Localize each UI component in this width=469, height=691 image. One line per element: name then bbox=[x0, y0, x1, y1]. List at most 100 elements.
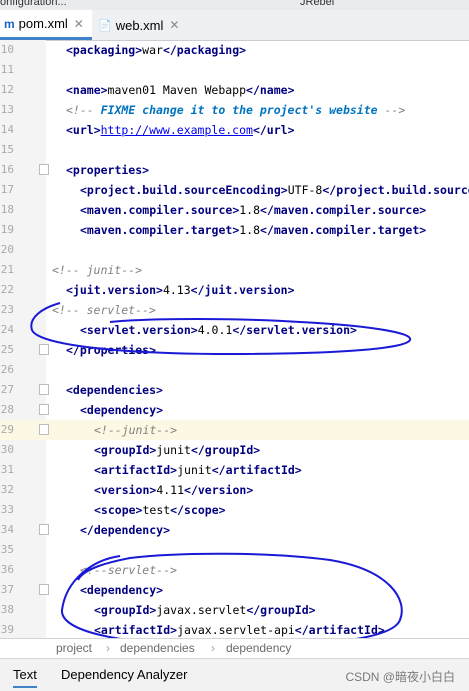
xml-tag: </dependency> bbox=[80, 523, 171, 537]
code-text: <groupId>javax.servlet</groupId> bbox=[94, 600, 316, 620]
code-line[interactable]: 38 <groupId>javax.servlet</groupId> bbox=[0, 600, 469, 620]
line-number: 24 bbox=[0, 323, 14, 336]
code-line[interactable]: 36 <!--servlet--> bbox=[0, 560, 469, 580]
xml-tag: <groupId> bbox=[94, 443, 157, 457]
code-text: <!--servlet--> bbox=[80, 560, 177, 580]
code-line[interactable]: 27 <dependencies> bbox=[0, 380, 469, 400]
code-line[interactable]: 31 <artifactId>junit</artifactId> bbox=[0, 460, 469, 480]
code-line[interactable]: 28 <dependency> bbox=[0, 400, 469, 420]
code-line[interactable]: 30 <groupId>junit</groupId> bbox=[0, 440, 469, 460]
code-line[interactable]: 11 bbox=[0, 60, 469, 80]
xml-tag: <juit.version> bbox=[66, 283, 163, 297]
xml-value: maven01 Maven Webapp bbox=[107, 83, 247, 97]
breadcrumb-item-dependency[interactable]: dependency bbox=[226, 641, 291, 655]
line-number: 23 bbox=[0, 303, 14, 316]
code-line[interactable]: 34 </dependency> bbox=[0, 520, 469, 540]
code-line[interactable]: 29 <!--junit--> bbox=[0, 420, 469, 440]
code-line[interactable]: 24 <servlet.version>4.0.1</servlet.versio… bbox=[0, 320, 469, 340]
line-number: 21 bbox=[0, 263, 14, 276]
code-text: <name>maven01 Maven Webapp</name> bbox=[66, 80, 295, 100]
xml-tag: </url> bbox=[252, 123, 295, 137]
url-link[interactable]: http://www.example.com bbox=[101, 123, 253, 137]
xml-comment: FIXME change it to the project's website bbox=[100, 103, 378, 117]
maven-file-icon: m bbox=[4, 16, 15, 31]
watermark: CSDN @暗夜小白白 bbox=[345, 670, 455, 684]
breadcrumb-item-dependencies[interactable]: dependencies bbox=[120, 641, 195, 655]
xml-tag: <project.build.sourceEncoding> bbox=[80, 183, 288, 197]
code-line[interactable]: 14 <url>http://www.example.com</url> bbox=[0, 120, 469, 140]
line-number: 22 bbox=[0, 283, 14, 296]
xml-tag: </packaging> bbox=[162, 43, 247, 57]
fold-marker-icon[interactable] bbox=[39, 524, 49, 535]
code-line[interactable]: 15 bbox=[0, 140, 469, 160]
code-text: <dependency> bbox=[80, 580, 163, 600]
code-line[interactable]: 10 <packaging>war</packaging> bbox=[0, 40, 469, 60]
bottom-tab-bar: Text Dependency Analyzer CSDN @暗夜小白白 bbox=[0, 658, 469, 691]
code-line[interactable]: 20 bbox=[0, 240, 469, 260]
code-line[interactable]: 12 <name>maven01 Maven Webapp</name> bbox=[0, 80, 469, 100]
xml-tag: </scope> bbox=[170, 503, 226, 517]
xml-tag: <servlet.version> bbox=[80, 323, 198, 337]
jrebel-dropdown[interactable]: JRebel bbox=[300, 0, 334, 8]
xml-value: junit bbox=[177, 463, 212, 477]
code-line[interactable]: 17 <project.build.sourceEncoding>UTF-8</p… bbox=[0, 180, 469, 200]
line-number: 29 bbox=[0, 423, 14, 436]
fold-marker-icon[interactable] bbox=[39, 584, 49, 595]
code-text: <maven.compiler.source>1.8</maven.compil… bbox=[80, 200, 426, 220]
fold-marker-icon[interactable] bbox=[39, 384, 49, 395]
line-number: 39 bbox=[0, 623, 14, 636]
chevron-right-icon: › bbox=[211, 641, 215, 655]
code-text: <groupId>junit</groupId> bbox=[94, 440, 260, 460]
code-text: <!--junit--> bbox=[94, 420, 177, 440]
tab-label: web.xml bbox=[115, 17, 164, 33]
window-toolbar: onfiguration... JRebel bbox=[0, 0, 469, 10]
xml-comment: --> bbox=[377, 103, 406, 117]
code-line[interactable]: 18 <maven.compiler.source>1.8</maven.comp… bbox=[0, 200, 469, 220]
line-number: 28 bbox=[0, 403, 14, 416]
code-line[interactable]: 35 bbox=[0, 540, 469, 560]
fold-marker-icon[interactable] bbox=[39, 344, 49, 355]
xml-tag: <properties> bbox=[66, 163, 150, 177]
code-line[interactable]: 26 bbox=[0, 360, 469, 380]
xml-value: 4.13 bbox=[162, 283, 191, 297]
fold-marker-icon[interactable] bbox=[39, 164, 49, 175]
line-number: 33 bbox=[0, 503, 14, 516]
close-icon[interactable]: ✕ bbox=[74, 17, 84, 31]
tab-text[interactable]: Text bbox=[13, 667, 37, 688]
code-editor[interactable]: 10 <packaging>war</packaging> 11 12 <name>ma… bbox=[0, 40, 469, 638]
code-line[interactable]: 37 <dependency> bbox=[0, 580, 469, 600]
code-line[interactable]: 39 <artifactId>javax.servlet-api</artifac… bbox=[0, 620, 469, 638]
code-line[interactable]: 21 <!-- junit--> bbox=[0, 260, 469, 280]
xml-tag: <dependency> bbox=[80, 403, 164, 417]
code-line[interactable]: 19 <maven.compiler.target>1.8</maven.comp… bbox=[0, 220, 469, 240]
fold-marker-icon[interactable] bbox=[39, 424, 49, 435]
editor-tab-bar: m pom.xml ✕ 📄 web.xml ✕ bbox=[0, 10, 469, 41]
code-line[interactable]: 23 <!-- servlet--> bbox=[0, 300, 469, 320]
run-configuration-dropdown[interactable]: onfiguration... bbox=[0, 0, 67, 8]
code-line[interactable]: 25 </properties> bbox=[0, 340, 469, 360]
xml-tag: </groupId> bbox=[246, 603, 316, 617]
code-text: <!-- servlet--> bbox=[52, 300, 156, 320]
code-line[interactable]: 33 <scope>test</scope> bbox=[0, 500, 469, 520]
code-line[interactable]: 32 <version>4.11</version> bbox=[0, 480, 469, 500]
xml-value: 1.8 bbox=[239, 203, 261, 217]
code-text: <artifactId>junit</artifactId> bbox=[94, 460, 302, 480]
tab-dependency-analyzer[interactable]: Dependency Analyzer bbox=[61, 667, 187, 682]
breadcrumb-item-project[interactable]: project bbox=[56, 641, 92, 655]
code-text: <properties> bbox=[66, 160, 149, 180]
line-number: 11 bbox=[0, 63, 14, 76]
code-line[interactable]: 16 <properties> bbox=[0, 160, 469, 180]
close-icon[interactable]: ✕ bbox=[169, 18, 179, 32]
code-text: <artifactId>javax.servlet-api</artifactI… bbox=[94, 620, 385, 638]
line-number: 16 bbox=[0, 163, 14, 176]
tab-pom-xml[interactable]: m pom.xml ✕ bbox=[0, 10, 92, 40]
xml-comment: <!--servlet--> bbox=[80, 563, 177, 577]
code-line[interactable]: 22 <juit.version>4.13</juit.version> bbox=[0, 280, 469, 300]
tab-web-xml[interactable]: 📄 web.xml ✕ bbox=[98, 10, 179, 40]
chevron-right-icon: › bbox=[106, 641, 110, 655]
line-number: 15 bbox=[0, 143, 14, 156]
line-number: 27 bbox=[0, 383, 14, 396]
fold-marker-icon[interactable] bbox=[39, 404, 49, 415]
line-number: 14 bbox=[0, 123, 14, 136]
code-line[interactable]: 13 <!-- FIXME change it to the project's … bbox=[0, 100, 469, 120]
